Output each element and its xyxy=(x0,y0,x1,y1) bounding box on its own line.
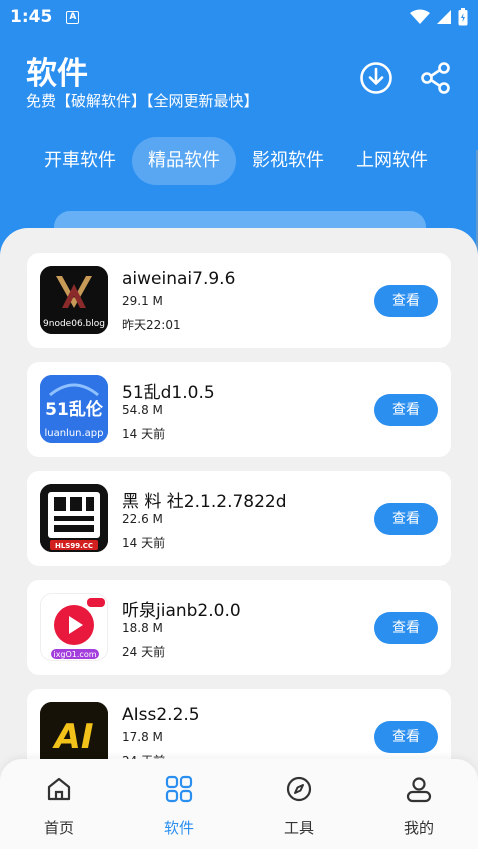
svg-text:ixgO1.com: ixgO1.com xyxy=(53,650,96,659)
heiliaoshe-logo: HLS99.CC xyxy=(40,484,108,552)
nav-label: 工具 xyxy=(283,819,314,837)
status-time: 1:45 xyxy=(10,7,53,27)
app-icon-aiweinai: 9node06.blog xyxy=(40,266,108,334)
app-card[interactable]: 9node06.blog aiweinai7.9.6 29.1 M 昨天22:0… xyxy=(27,253,451,348)
app-date: 24 天前 xyxy=(122,645,166,659)
aiweinai-logo: 9node06.blog xyxy=(40,266,108,334)
svg-text:AI: AI xyxy=(52,717,94,757)
view-button[interactable]: 查看 xyxy=(374,285,438,317)
app-size: 22.6 M xyxy=(122,512,163,526)
svg-text:luanlun.app: luanlun.app xyxy=(44,428,103,439)
compass-icon xyxy=(286,776,312,802)
battery-icon xyxy=(458,8,468,26)
tingquan-logo: ixgO1.com xyxy=(41,594,107,660)
svg-text:51乱伦: 51乱伦 xyxy=(45,399,104,420)
nav-label: 软件 xyxy=(163,819,194,837)
app-date: 14 天前 xyxy=(122,427,166,441)
page-subtitle: 免费【破解软件】【全网更新最快】 xyxy=(26,92,259,110)
app-size: 18.8 M xyxy=(122,621,163,635)
svg-text:HLS99.CC: HLS99.CC xyxy=(55,542,93,550)
download-button[interactable] xyxy=(358,60,394,96)
app-icon-tingquan: ixgO1.com xyxy=(40,593,108,661)
share-icon xyxy=(421,62,450,94)
nav-mine[interactable]: 我的 xyxy=(374,759,464,849)
nav-home[interactable]: 首页 xyxy=(14,759,104,849)
app-card[interactable]: ixgO1.com 听泉jianb2.0.0 18.8 M 24 天前 查看 xyxy=(27,580,451,675)
app-size: 17.8 M xyxy=(122,730,163,744)
app-name: AIss2.2.5 xyxy=(122,705,200,725)
header: 1:45 A 软件 免费【破解软件】【全网更新最快】 开車软件 精品软件 影视软… xyxy=(0,0,478,260)
download-icon xyxy=(360,62,392,94)
app-list: 9node06.blog aiweinai7.9.6 29.1 M 昨天22:0… xyxy=(0,228,478,849)
nav-label: 首页 xyxy=(43,819,74,837)
home-icon xyxy=(47,777,71,801)
nav-label: 我的 xyxy=(403,819,434,837)
app-icon-heiliaoshe: HLS99.CC xyxy=(40,484,108,552)
status-bar: 1:45 A xyxy=(0,0,478,34)
signal-icon xyxy=(437,10,451,24)
tab-video-software[interactable]: 影视软件 xyxy=(236,137,340,185)
tab-premium-software[interactable]: 精品软件 xyxy=(132,137,236,185)
svg-text:9node06.blog: 9node06.blog xyxy=(43,319,105,329)
category-tabs: 开車软件 精品软件 影视软件 上网软件 xyxy=(28,137,444,185)
user-icon xyxy=(406,777,432,803)
app-name: 听泉jianb2.0.0 xyxy=(122,601,241,621)
apps-grid-icon xyxy=(165,775,193,803)
view-button[interactable]: 查看 xyxy=(374,612,438,644)
app-date: 昨天22:01 xyxy=(122,318,181,332)
nav-software[interactable]: 软件 xyxy=(134,759,224,849)
tab-adult-software[interactable]: 开車软件 xyxy=(28,137,132,185)
app-name: 黑 料 社2.1.2.7822d xyxy=(122,492,287,512)
nav-tools[interactable]: 工具 xyxy=(254,759,344,849)
app-name: 51乱d1.0.5 xyxy=(122,383,215,403)
app-card[interactable]: HLS99.CC 黑 料 社2.1.2.7822d 22.6 M 14 天前 查… xyxy=(27,471,451,566)
page-title: 软件 xyxy=(26,56,88,92)
app-name: aiweinai7.9.6 xyxy=(122,269,236,289)
app-card[interactable]: 51乱伦 luanlun.app 51乱d1.0.5 54.8 M 14 天前 … xyxy=(27,362,451,457)
wifi-icon xyxy=(410,9,430,24)
app-51-logo: 51乱伦 luanlun.app xyxy=(40,375,108,443)
view-button[interactable]: 查看 xyxy=(374,394,438,426)
tab-internet-software[interactable]: 上网软件 xyxy=(340,137,444,185)
app-size: 29.1 M xyxy=(122,294,163,308)
sim-icon: A xyxy=(66,10,80,24)
view-button[interactable]: 查看 xyxy=(374,503,438,535)
app-icon-51: 51乱伦 luanlun.app xyxy=(40,375,108,443)
share-button[interactable] xyxy=(418,60,454,96)
app-size: 54.8 M xyxy=(122,403,163,417)
app-date: 14 天前 xyxy=(122,536,166,550)
view-button[interactable]: 查看 xyxy=(374,721,438,753)
bottom-navigation: 首页 软件 工具 我的 xyxy=(0,759,478,849)
